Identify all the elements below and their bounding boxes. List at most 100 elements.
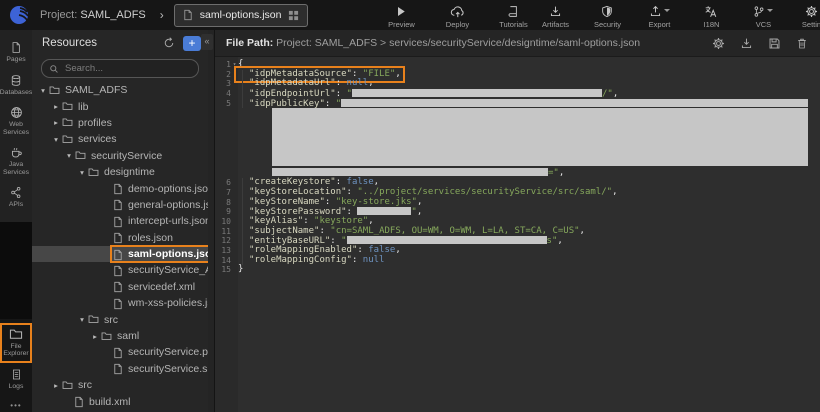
tree-item-demo-options-json[interactable]: demo-options.json — [32, 180, 208, 196]
fold-gutter — [231, 70, 238, 80]
code-line[interactable]: 4 "idpEndpointUrl": "/", — [214, 89, 820, 99]
code-line[interactable] — [214, 108, 820, 168]
line-number: 1 — [214, 60, 231, 70]
open-file-tab[interactable]: saml-options.json — [174, 4, 309, 27]
tree-caret-icon[interactable]: ▸ — [51, 381, 61, 390]
tree-caret-icon[interactable]: ▸ — [51, 102, 61, 111]
tree-caret-icon[interactable]: ▾ — [77, 168, 87, 177]
sidebar-item-databases[interactable]: Databases — [0, 69, 32, 102]
tree-caret-icon[interactable]: ▸ — [90, 332, 100, 341]
tree-item-securityservice[interactable]: ▾ securityService — [32, 148, 208, 164]
tree-item-designtime[interactable]: ▾ designtime — [32, 164, 208, 180]
code-line[interactable]: 11 "subjectName": "cn=SAML_ADFS, OU=WM, … — [214, 227, 820, 237]
sidebar-item-web-services[interactable]: WebServices — [0, 101, 32, 141]
refresh-icon[interactable] — [163, 37, 175, 50]
sidebar-item-label: Pages — [6, 56, 25, 64]
download-icon[interactable] — [740, 37, 753, 50]
trash-icon[interactable] — [796, 37, 808, 50]
file-icon — [183, 9, 193, 21]
code-line[interactable]: 5 "idpPublicKey": " — [214, 99, 820, 109]
tree-caret-icon[interactable]: ▾ — [77, 315, 87, 324]
grid-icon[interactable] — [288, 10, 299, 21]
deploy-button[interactable]: Deploy — [436, 2, 478, 29]
settings-button[interactable]: Settings — [794, 2, 820, 29]
redacted-value — [341, 99, 808, 107]
globe-icon — [10, 106, 23, 119]
preview-button[interactable]: Preview — [380, 2, 422, 29]
tree-item-build-xml[interactable]: build.xml — [32, 393, 208, 409]
database-icon — [10, 74, 22, 87]
button-label: Security — [594, 20, 621, 29]
tree-item-saml-options-json[interactable]: saml-options.json — [32, 246, 208, 262]
line-number — [214, 108, 231, 168]
tree-item-intercept-urls-json[interactable]: intercept-urls.json — [32, 213, 208, 229]
sidebar-item-label: APIs — [9, 201, 23, 209]
save-icon[interactable] — [768, 37, 781, 50]
more-options-button[interactable]: ••• — [0, 397, 32, 412]
coffee-icon — [10, 146, 23, 159]
fold-gutter — [231, 198, 238, 208]
tree-item-profiles[interactable]: ▸ profiles — [32, 115, 208, 131]
tree-caret-icon[interactable]: ▾ — [38, 86, 48, 95]
gear-icon[interactable] — [712, 37, 725, 50]
add-resource-button[interactable]: + — [183, 36, 201, 51]
sidebar-item-logs[interactable]: Logs — [0, 363, 32, 396]
code-line[interactable]: 3 "idpMetadataUrl": null, — [214, 79, 820, 89]
tutorials-button[interactable]: Tutorials — [492, 2, 534, 29]
tree-item-saml-adfs[interactable]: ▾ SAML_ADFS — [32, 82, 208, 98]
tree-item-roles-json[interactable]: roles.json — [32, 230, 208, 246]
collapse-panel-button[interactable]: « — [201, 34, 213, 50]
file-icon — [113, 249, 123, 260]
export-button[interactable]: Export — [638, 2, 680, 29]
panel-divider[interactable] — [208, 30, 215, 412]
line-number: 2 — [214, 70, 231, 80]
sidebar-item-label: FileExplorer — [3, 343, 28, 358]
code-line[interactable]: 15 } — [214, 265, 820, 275]
fold-gutter — [231, 168, 238, 178]
security-button[interactable]: Security — [586, 2, 628, 29]
file-path: File Path: Project: SAML_ADFS > services… — [226, 37, 640, 49]
sidebar-item-file-explorer[interactable]: FileExplorer — [0, 323, 32, 363]
code-line[interactable]: 14 "roleMappingConfig": null — [214, 256, 820, 266]
sidebar-item-label: Databases — [0, 89, 32, 97]
fold-gutter — [231, 188, 238, 198]
tree-caret-icon[interactable]: ▸ — [51, 118, 61, 127]
project-name: SAML_ADFS — [80, 9, 145, 21]
code-line[interactable]: 8 "keyStoreName": "key-store.jks", — [214, 198, 820, 208]
sidebar-item-pages[interactable]: Pages — [0, 36, 32, 69]
redacted-value — [272, 108, 808, 166]
vcs-button[interactable]: VCS — [742, 2, 784, 29]
tree-item-wm-xss-policies-json[interactable]: wm-xss-policies.json — [32, 295, 208, 311]
artifacts-button[interactable]: Artifacts — [534, 2, 576, 29]
sidebar-item-apis[interactable]: APIs — [0, 181, 32, 214]
tree-item-securityservice-api-json[interactable]: securityService_API.json — [32, 262, 208, 278]
redacted-value — [347, 236, 547, 244]
tree-item-src[interactable]: ▾ src — [32, 311, 208, 327]
fold-gutter — [231, 99, 238, 109]
tree-item-label: src — [104, 314, 118, 326]
sidebar-item-java-services[interactable]: JavaServices — [0, 141, 32, 181]
tree-item-servicedef-xml[interactable]: servicedef.xml — [32, 279, 208, 295]
file-icon — [113, 281, 123, 292]
tree-item-lib[interactable]: ▸ lib — [32, 98, 208, 114]
tree-item-securityservice-spring-xml[interactable]: securityService.spring.xml — [32, 361, 208, 377]
search-icon — [49, 64, 59, 74]
tree-item-saml[interactable]: ▸ saml — [32, 328, 208, 344]
tree-item-label: securityService — [91, 150, 162, 162]
code-editor[interactable]: 1 ▾ { 2 "idpMetadataSource": "FILE", 3 "… — [214, 57, 820, 275]
i18n-button[interactable]: I18N — [690, 2, 732, 29]
search-input[interactable] — [63, 62, 187, 75]
app-logo-icon[interactable] — [8, 4, 30, 26]
tree-item-services[interactable]: ▾ services — [32, 131, 208, 147]
fold-caret-icon[interactable]: ▾ — [231, 60, 238, 70]
tree-caret-icon[interactable]: ▾ — [64, 151, 74, 160]
redacted-value — [352, 89, 602, 97]
tree-folder-icon — [62, 134, 73, 145]
tree-item-src[interactable]: ▸ src — [32, 377, 208, 393]
line-number: 10 — [214, 217, 231, 227]
tree-item-general-options-json[interactable]: general-options.json — [32, 197, 208, 213]
tree-caret-icon[interactable]: ▾ — [51, 135, 61, 144]
tree-item-label: designtime — [104, 166, 155, 178]
tree-item-securityservice-properties[interactable]: securityService.properties — [32, 344, 208, 360]
folder-icon — [9, 328, 23, 341]
